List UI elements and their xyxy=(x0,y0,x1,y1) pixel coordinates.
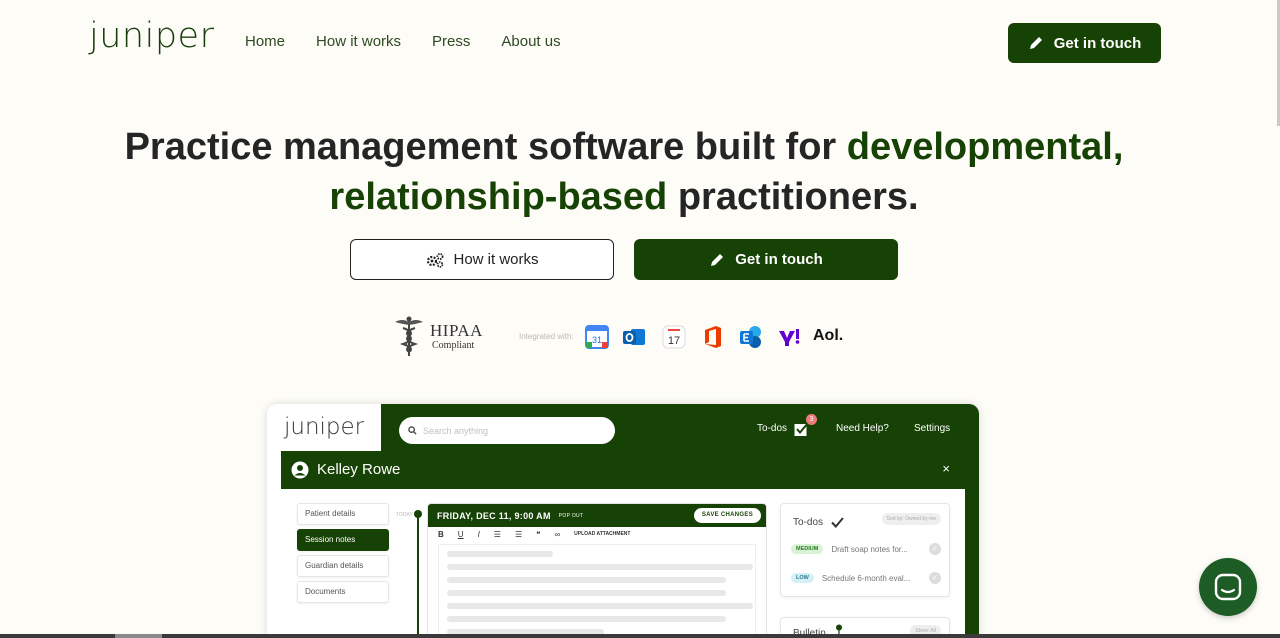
hipaa-text: HIPAA Compliant xyxy=(430,322,483,351)
mock-patient-panel: Kelley Rowe × Patient details Session no… xyxy=(281,451,965,638)
mock-timeline-dot xyxy=(414,510,422,518)
mock-settings-link: Settings xyxy=(914,423,951,434)
mock-today-label: TODAY xyxy=(396,512,413,518)
google-calendar-day: 31 xyxy=(592,335,602,345)
chat-launcher-button[interactable] xyxy=(1199,558,1257,616)
mock-todos-badge: 3 xyxy=(806,414,817,425)
priority-badge: MEDIUM xyxy=(791,544,824,554)
mock-tab-patient-details: Patient details xyxy=(297,503,389,525)
hero-title-part1: Practice management software built for xyxy=(124,126,847,168)
mock-todo-item: MEDIUM Draft soap notes for... ✓ xyxy=(791,543,941,555)
hero-headline: Practice management software built for d… xyxy=(0,122,1248,222)
mock-patient-tabs: Patient details Session notes Guardian d… xyxy=(297,503,389,607)
search-icon xyxy=(408,426,417,435)
outlook-icon xyxy=(623,329,645,345)
horizontal-scrollbar[interactable] xyxy=(0,634,1280,638)
mock-todos-card: To-dos Sort by: Owned by me MEDIUM Draft… xyxy=(780,503,950,597)
mock-todos-title: To-dos xyxy=(793,517,824,528)
nav-home[interactable]: Home xyxy=(245,33,285,50)
italic-icon: I xyxy=(477,529,480,539)
exchange-icon xyxy=(740,326,761,348)
horizontal-scrollbar-thumb[interactable] xyxy=(115,634,162,638)
placeholder-line xyxy=(447,577,726,583)
mock-tab-documents: Documents xyxy=(297,581,389,603)
check-circle-icon: ✓ xyxy=(929,572,941,584)
mock-session-note: FRIDAY, DEC 11, 9:00 AM POP OUT SAVE CHA… xyxy=(427,503,767,638)
todo-text: Schedule 6-month eval... xyxy=(821,573,911,583)
mock-editor-body xyxy=(438,544,756,636)
caduceus-icon xyxy=(395,316,423,356)
mock-todo-item: LOW Schedule 6-month eval... ✓ xyxy=(791,572,941,584)
how-it-works-label: How it works xyxy=(453,251,539,268)
hipaa-subtitle: Compliant xyxy=(432,339,475,351)
mock-search-placeholder: Search anything xyxy=(423,425,489,436)
mock-save-changes-button: SAVE CHANGES xyxy=(693,508,761,523)
google-calendar-icon: 31 xyxy=(585,325,609,349)
chat-icon xyxy=(1214,573,1242,601)
mock-note-header: FRIDAY, DEC 11, 9:00 AM POP OUT SAVE CHA… xyxy=(428,504,766,527)
nav-how-it-works[interactable]: How it works xyxy=(316,33,401,50)
todo-text: Draft soap notes for... xyxy=(831,544,908,554)
mock-pop-out: POP OUT xyxy=(558,512,584,519)
mock-upload-attachment: UPLOAD ATTACHMENT xyxy=(574,531,631,537)
main-nav: Home How it works Press About us xyxy=(245,33,561,50)
mock-timeline xyxy=(417,511,419,638)
checkbox-icon xyxy=(794,422,809,436)
placeholder-line xyxy=(447,616,726,622)
app-screenshot-mockup: juniper Search anything To-dos 3 Need He… xyxy=(267,404,979,638)
checkmark-icon xyxy=(831,517,844,528)
hero-title-highlight2: relationship-based xyxy=(329,176,668,218)
user-icon xyxy=(291,461,309,479)
mock-sort-dropdown: Sort by: Owned by me xyxy=(881,513,941,525)
mock-logo-area: juniper xyxy=(267,404,381,450)
hero-title-part2: practitioners. xyxy=(667,176,919,218)
juniper-logo[interactable]: juniper xyxy=(89,16,214,56)
mock-note-date: FRIDAY, DEC 11, 9:00 AM xyxy=(437,510,551,521)
check-circle-icon: ✓ xyxy=(929,543,941,555)
mock-tab-guardian-details: Guardian details xyxy=(297,555,389,577)
placeholder-line xyxy=(447,603,753,609)
underline-icon: U xyxy=(457,529,464,539)
placeholder-line xyxy=(447,590,726,596)
yahoo-icon xyxy=(779,329,800,346)
numbered-list-icon: ☰ xyxy=(514,529,523,539)
priority-badge: LOW xyxy=(791,573,814,583)
link-icon: ∞ xyxy=(554,529,561,539)
placeholder-line xyxy=(447,551,553,557)
apple-calendar-day: 17 xyxy=(668,335,680,347)
mock-tab-session-notes: Session notes xyxy=(297,529,389,551)
hero-get-in-touch-button[interactable]: Get in touch xyxy=(634,239,898,280)
bullet-list-icon: ☰ xyxy=(493,529,501,539)
mock-logo: juniper xyxy=(284,414,365,440)
close-icon: × xyxy=(942,461,950,476)
mock-patient-header: Kelley Rowe × xyxy=(281,451,965,489)
pencil-icon xyxy=(1029,37,1042,49)
placeholder-line xyxy=(447,564,753,570)
hero-cta-label: Get in touch xyxy=(735,251,823,268)
office-icon xyxy=(705,326,721,348)
mock-search-input: Search anything xyxy=(399,417,615,444)
mock-patient-name: Kelley Rowe xyxy=(317,461,401,478)
integrated-with-label: Integrated with: xyxy=(519,332,574,341)
header-cta-label: Get in touch xyxy=(1053,34,1142,52)
bold-icon: B xyxy=(438,529,444,539)
hipaa-title: HIPAA xyxy=(430,320,483,340)
aol-icon: Aol. xyxy=(813,327,844,344)
nav-press[interactable]: Press xyxy=(432,33,470,50)
how-it-works-button[interactable]: How it works xyxy=(350,239,614,280)
apple-calendar-icon: 17 xyxy=(662,325,686,349)
pencil-icon xyxy=(711,253,724,266)
gears-icon xyxy=(427,252,444,268)
mock-todos-link: To-dos xyxy=(757,423,788,434)
header-get-in-touch-button[interactable]: Get in touch xyxy=(1008,23,1161,63)
mock-editor-toolbar: B U I ☰ ☰ ❝ ∞ UPLOAD ATTACHMENT xyxy=(428,527,766,541)
hero-title-highlight1: developmental, xyxy=(846,126,1124,168)
nav-about-us[interactable]: About us xyxy=(501,33,560,50)
quote-icon: ❝ xyxy=(536,529,541,539)
mock-help-link: Need Help? xyxy=(836,423,889,434)
hipaa-badge: HIPAA Compliant xyxy=(392,314,483,358)
